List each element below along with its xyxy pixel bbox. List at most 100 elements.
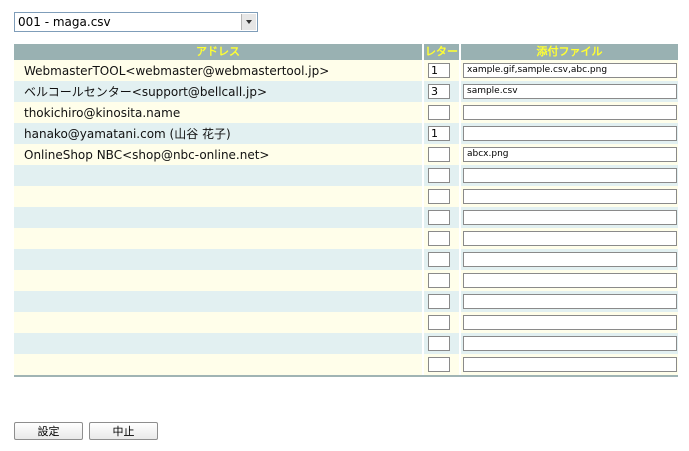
- file-select[interactable]: 001 - maga.csv: [14, 12, 258, 32]
- letter-input[interactable]: [428, 189, 450, 204]
- letter-input[interactable]: 1: [428, 63, 450, 78]
- address-cell: WebmasterTOOL<webmaster@webmastertool.jp…: [14, 60, 424, 81]
- table-row: [14, 249, 678, 270]
- table-row: [14, 291, 678, 312]
- dropdown-button[interactable]: [241, 14, 256, 30]
- address-cell: OnlineShop NBC<shop@nbc-online.net>: [14, 144, 424, 165]
- letter-cell: [423, 144, 461, 165]
- letter-cell: [423, 165, 461, 186]
- attachment-input[interactable]: [463, 189, 677, 204]
- table-row: [14, 312, 678, 333]
- letter-cell: 3: [423, 81, 461, 102]
- letter-cell: [423, 186, 461, 207]
- address-cell: [14, 333, 424, 354]
- letter-cell: [423, 333, 461, 354]
- address-cell: ベルコールセンター<support@bellcall.jp>: [14, 81, 424, 102]
- table-row: [14, 270, 678, 291]
- file-select-value: 001 - maga.csv: [18, 15, 111, 29]
- letter-input[interactable]: [428, 168, 450, 183]
- letter-input[interactable]: [428, 273, 450, 288]
- attachment-cell: abcx.png: [460, 144, 678, 165]
- attachment-input[interactable]: abcx.png: [463, 147, 677, 162]
- table-row: [14, 186, 678, 207]
- address-cell: [14, 270, 424, 291]
- letter-cell: [423, 102, 461, 123]
- letter-cell: [423, 207, 461, 228]
- address-cell: [14, 186, 424, 207]
- address-table: アドレス レター 添付ファイル WebmasterTOOL<webmaster@…: [14, 44, 678, 377]
- table-header-row: アドレス レター 添付ファイル: [14, 44, 678, 60]
- table-row: [14, 333, 678, 354]
- attachment-cell: [460, 186, 678, 207]
- attachment-input[interactable]: [463, 210, 677, 225]
- table-row: [14, 228, 678, 249]
- attachment-cell: [460, 270, 678, 291]
- letter-cell: [423, 270, 461, 291]
- table-row: OnlineShop NBC<shop@nbc-online.net> abcx.…: [14, 144, 678, 165]
- letter-input[interactable]: 3: [428, 84, 450, 99]
- attachment-cell: [460, 333, 678, 354]
- table-row: [14, 165, 678, 186]
- table-row: [14, 354, 678, 377]
- attachment-cell: sample.csv: [460, 81, 678, 102]
- letter-cell: [423, 249, 461, 270]
- letter-input[interactable]: [428, 315, 450, 330]
- letter-cell: 1: [423, 123, 461, 144]
- table-row: ベルコールセンター<support@bellcall.jp> 3 sample.cs…: [14, 81, 678, 102]
- letter-cell: [423, 291, 461, 312]
- attachment-input[interactable]: xample.gif,sample.csv,abc.png: [463, 63, 677, 78]
- attachment-cell: [460, 312, 678, 333]
- attachment-input[interactable]: sample.csv: [463, 84, 677, 99]
- address-cell: [14, 354, 424, 377]
- chevron-down-icon: [246, 20, 252, 24]
- letter-input[interactable]: [428, 147, 450, 162]
- attachment-cell: [460, 123, 678, 144]
- attachment-input[interactable]: [463, 252, 677, 267]
- letter-cell: [423, 228, 461, 249]
- attachment-input[interactable]: [463, 336, 677, 351]
- address-column-header: アドレス: [14, 44, 424, 60]
- attachment-cell: [460, 207, 678, 228]
- table-body: WebmasterTOOL<webmaster@webmastertool.jp…: [14, 60, 678, 377]
- attachment-cell: [460, 291, 678, 312]
- attachment-input[interactable]: [463, 231, 677, 246]
- attachment-input[interactable]: [463, 168, 677, 183]
- attachment-input[interactable]: [463, 294, 677, 309]
- address-cell: [14, 291, 424, 312]
- letter-input[interactable]: [428, 252, 450, 267]
- letter-input[interactable]: [428, 336, 450, 351]
- attachment-cell: [460, 354, 678, 377]
- letter-input[interactable]: [428, 294, 450, 309]
- attachment-cell: [460, 228, 678, 249]
- attachment-cell: [460, 165, 678, 186]
- address-cell: [14, 228, 424, 249]
- attachment-input[interactable]: [463, 273, 677, 288]
- address-cell: [14, 249, 424, 270]
- table-row: [14, 207, 678, 228]
- attachment-input[interactable]: [463, 126, 677, 141]
- attachment-cell: xample.gif,sample.csv,abc.png: [460, 60, 678, 81]
- letter-input[interactable]: [428, 231, 450, 246]
- letter-input[interactable]: [428, 105, 450, 120]
- cancel-button[interactable]: 中止: [89, 422, 158, 440]
- attachment-cell: [460, 102, 678, 123]
- attachment-input[interactable]: [463, 315, 677, 330]
- letter-column-header: レター: [423, 44, 461, 60]
- table-row: WebmasterTOOL<webmaster@webmastertool.jp…: [14, 60, 678, 81]
- address-cell: [14, 312, 424, 333]
- attachment-column-header: 添付ファイル: [460, 44, 678, 60]
- letter-cell: [423, 312, 461, 333]
- attachment-input[interactable]: [463, 357, 677, 372]
- table-row: thokichiro@kinosita.name: [14, 102, 678, 123]
- attachment-input[interactable]: [463, 105, 677, 120]
- letter-cell: [423, 354, 461, 377]
- address-cell: hanako@yamatani.com (山谷 花子): [14, 123, 424, 144]
- letter-input[interactable]: [428, 210, 450, 225]
- letter-input[interactable]: 1: [428, 126, 450, 141]
- address-cell: [14, 165, 424, 186]
- letter-input[interactable]: [428, 357, 450, 372]
- attachment-cell: [460, 249, 678, 270]
- address-cell: [14, 207, 424, 228]
- letter-cell: 1: [423, 60, 461, 81]
- set-button[interactable]: 設定: [14, 422, 83, 440]
